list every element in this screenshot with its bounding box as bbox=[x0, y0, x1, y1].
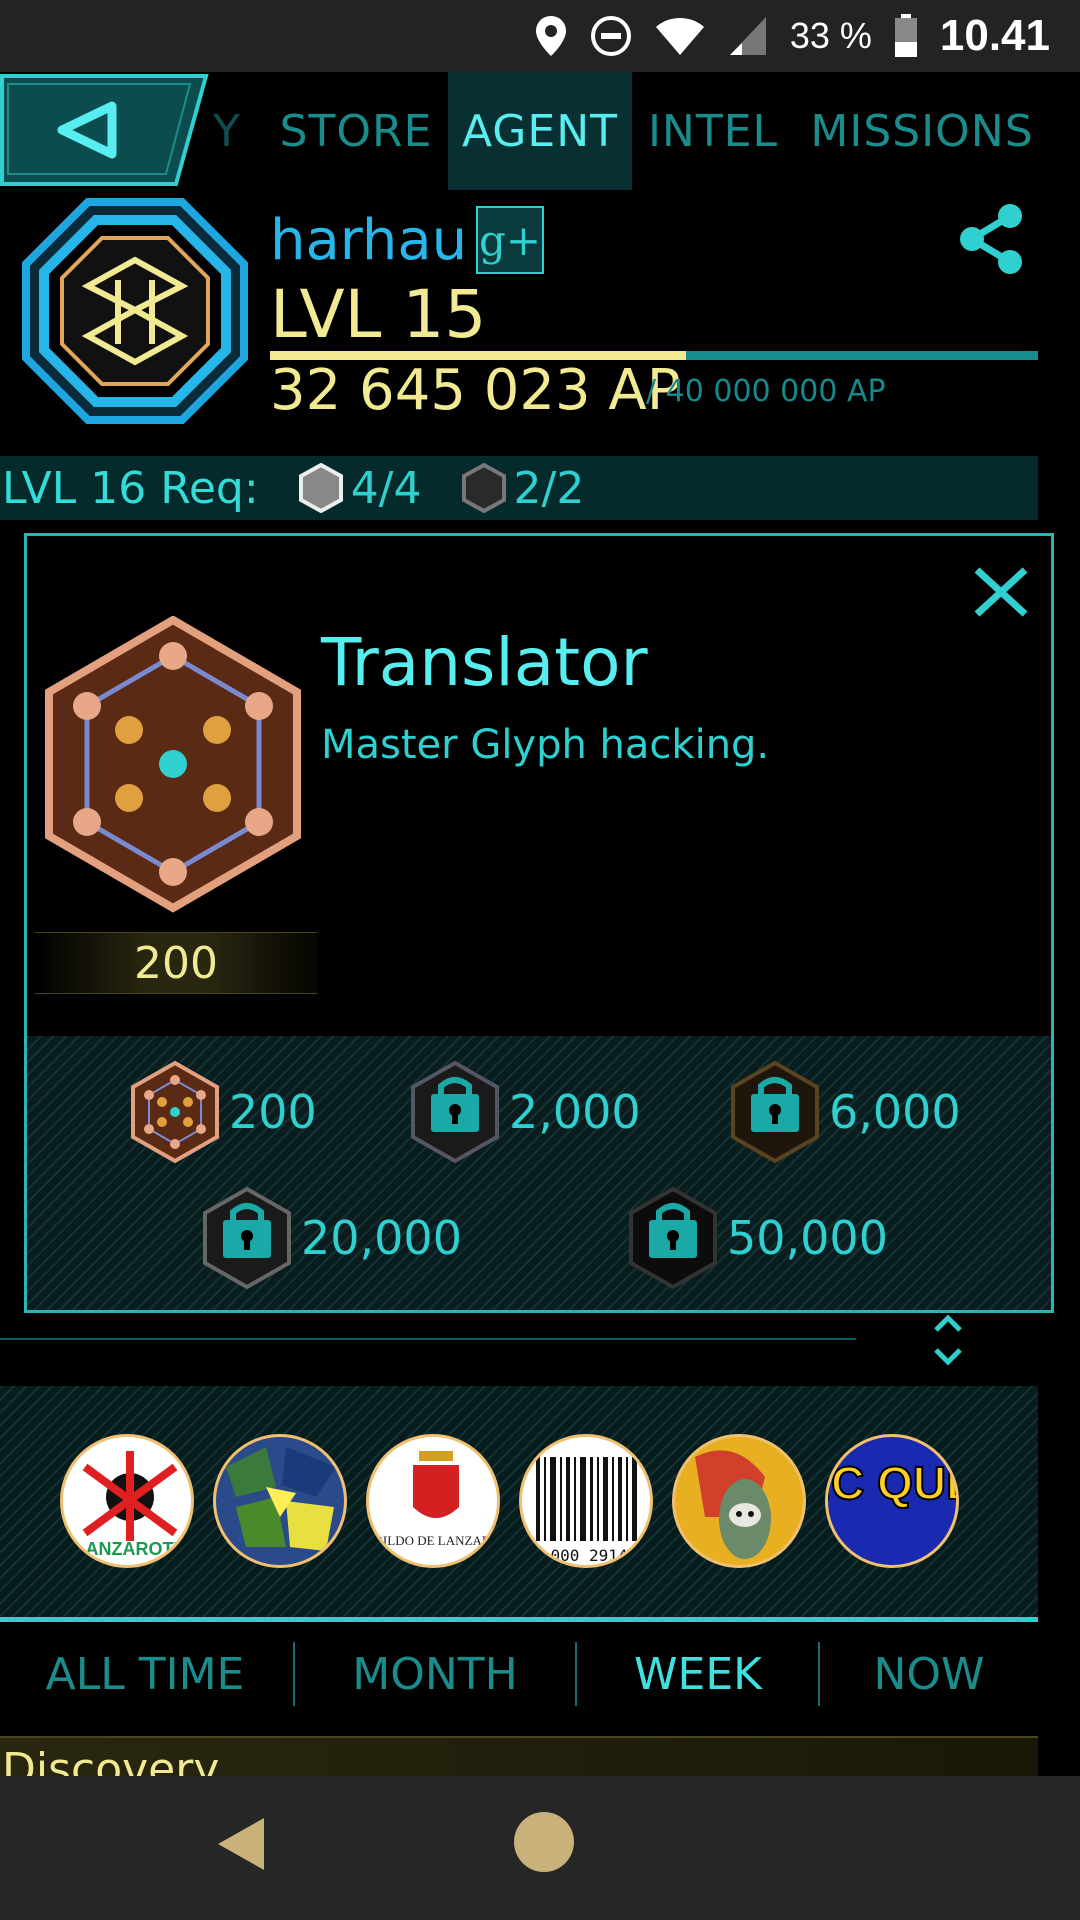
tab-missions[interactable]: MISSIONS bbox=[810, 72, 1032, 190]
lock-icon bbox=[629, 1186, 717, 1290]
lock-icon bbox=[203, 1186, 291, 1290]
tab-separator bbox=[575, 1642, 577, 1706]
expand-collapse-icon[interactable] bbox=[932, 1312, 964, 1372]
close-icon[interactable] bbox=[973, 566, 1029, 622]
mission-badge-barcode-text: 000 2914 bbox=[550, 1546, 627, 1565]
level-requirements[interactable]: LVL 16 Req: 4/4 2/2 bbox=[0, 456, 1038, 520]
tier-bronze-value: 200 bbox=[229, 1085, 317, 1139]
do-not-disturb-icon bbox=[590, 15, 632, 57]
google-plus-button[interactable]: g+ bbox=[476, 206, 544, 274]
system-nav-bar bbox=[0, 1776, 1080, 1920]
medal-title: Translator bbox=[321, 624, 648, 701]
battery-icon bbox=[894, 14, 918, 58]
lock-icon bbox=[731, 1060, 819, 1164]
wifi-icon bbox=[654, 15, 706, 57]
tier-gold-value: 6,000 bbox=[829, 1085, 961, 1139]
status-bar: 33 % 10.41 bbox=[0, 0, 1080, 72]
back-button[interactable] bbox=[0, 74, 212, 186]
medal-count: 200 bbox=[35, 932, 317, 994]
tab-all-time[interactable]: ALL TIME bbox=[0, 1638, 290, 1710]
ap-value: 32 645 023 AP bbox=[270, 358, 681, 423]
medal-detail-panel: Translator Master Glyph hacking. 200 200 bbox=[24, 533, 1054, 1313]
mission-badge-barcode[interactable]: 000 2914 bbox=[519, 1434, 653, 1568]
system-home-icon[interactable] bbox=[514, 1812, 574, 1872]
silver-requirement: 4/4 bbox=[298, 462, 422, 514]
mission-badges: LANZAROTE CABILDO DE LANZAROTE bbox=[0, 1386, 1038, 1620]
mission-badge-cabildo-text: CABILDO DE LANZAROTE bbox=[369, 1533, 500, 1548]
tab-separator bbox=[293, 1642, 295, 1706]
ap-max: / 40 000 000 AP bbox=[646, 374, 886, 409]
silver-requirement-count: 4/4 bbox=[350, 462, 422, 514]
tab-store[interactable]: STORE bbox=[276, 72, 436, 190]
share-icon[interactable] bbox=[956, 202, 1026, 280]
system-back-icon[interactable] bbox=[216, 1816, 266, 1876]
tier-platinum: 20,000 bbox=[201, 1186, 462, 1290]
medal-tiers: 200 2,000 6,000 20,000 50,000 bbox=[27, 1036, 1051, 1310]
black-requirement: 2/2 bbox=[461, 462, 585, 514]
battery-percent: 33 % bbox=[789, 15, 872, 56]
divider bbox=[0, 1338, 856, 1340]
translator-medal-icon bbox=[45, 615, 301, 920]
tier-bronze: 200 bbox=[129, 1060, 317, 1164]
agent-level-badge bbox=[22, 198, 248, 428]
requirements-label: LVL 16 Req: bbox=[2, 462, 259, 514]
tab-month[interactable]: MONTH bbox=[296, 1638, 574, 1710]
top-nav: Y STORE AGENT INTEL MISSIONS bbox=[0, 72, 1080, 190]
mission-badge-sloth[interactable] bbox=[672, 1434, 806, 1568]
tier-silver-value: 2,000 bbox=[509, 1085, 641, 1139]
tier-onyx: 50,000 bbox=[627, 1186, 888, 1290]
tab-now[interactable]: NOW bbox=[820, 1638, 1038, 1710]
silver-medal-icon bbox=[298, 463, 343, 513]
mission-badge-olic-quest-text: OLIC QUEST bbox=[828, 1457, 959, 1509]
badges-bottom-line bbox=[0, 1617, 1038, 1622]
location-icon bbox=[534, 14, 568, 58]
black-requirement-count: 2/2 bbox=[513, 462, 585, 514]
lock-icon bbox=[411, 1060, 499, 1164]
mission-badge-lanzarote[interactable]: LANZAROTE bbox=[60, 1434, 194, 1568]
tier-onyx-value: 50,000 bbox=[727, 1211, 888, 1265]
tab-intel[interactable]: INTEL bbox=[648, 72, 778, 190]
tier-gold: 6,000 bbox=[729, 1060, 961, 1164]
onyx-medal-icon bbox=[461, 463, 506, 513]
tier-platinum-value: 20,000 bbox=[301, 1211, 462, 1265]
bronze-medal-icon bbox=[131, 1060, 219, 1164]
mission-badge-lanzarote-text: LANZAROTE bbox=[75, 1539, 186, 1559]
clock: 10.41 bbox=[939, 11, 1050, 60]
agent-level: LVL 15 bbox=[270, 276, 487, 353]
mission-badge-mosaic[interactable] bbox=[213, 1434, 347, 1568]
agent-name[interactable]: harhau bbox=[270, 208, 467, 273]
mission-badge-cabildo[interactable]: CABILDO DE LANZAROTE bbox=[366, 1434, 500, 1568]
signal-icon bbox=[728, 15, 768, 57]
medal-description: Master Glyph hacking. bbox=[321, 722, 770, 768]
mission-badge-olic-quest[interactable]: OLIC QUEST bbox=[825, 1434, 959, 1568]
tab-week[interactable]: WEEK bbox=[578, 1638, 818, 1710]
tab-agent[interactable]: AGENT bbox=[448, 72, 632, 190]
time-range-tabs: ALL TIME MONTH WEEK NOW bbox=[0, 1638, 1038, 1710]
tier-silver: 2,000 bbox=[409, 1060, 641, 1164]
tab-partial[interactable]: Y bbox=[212, 72, 242, 190]
